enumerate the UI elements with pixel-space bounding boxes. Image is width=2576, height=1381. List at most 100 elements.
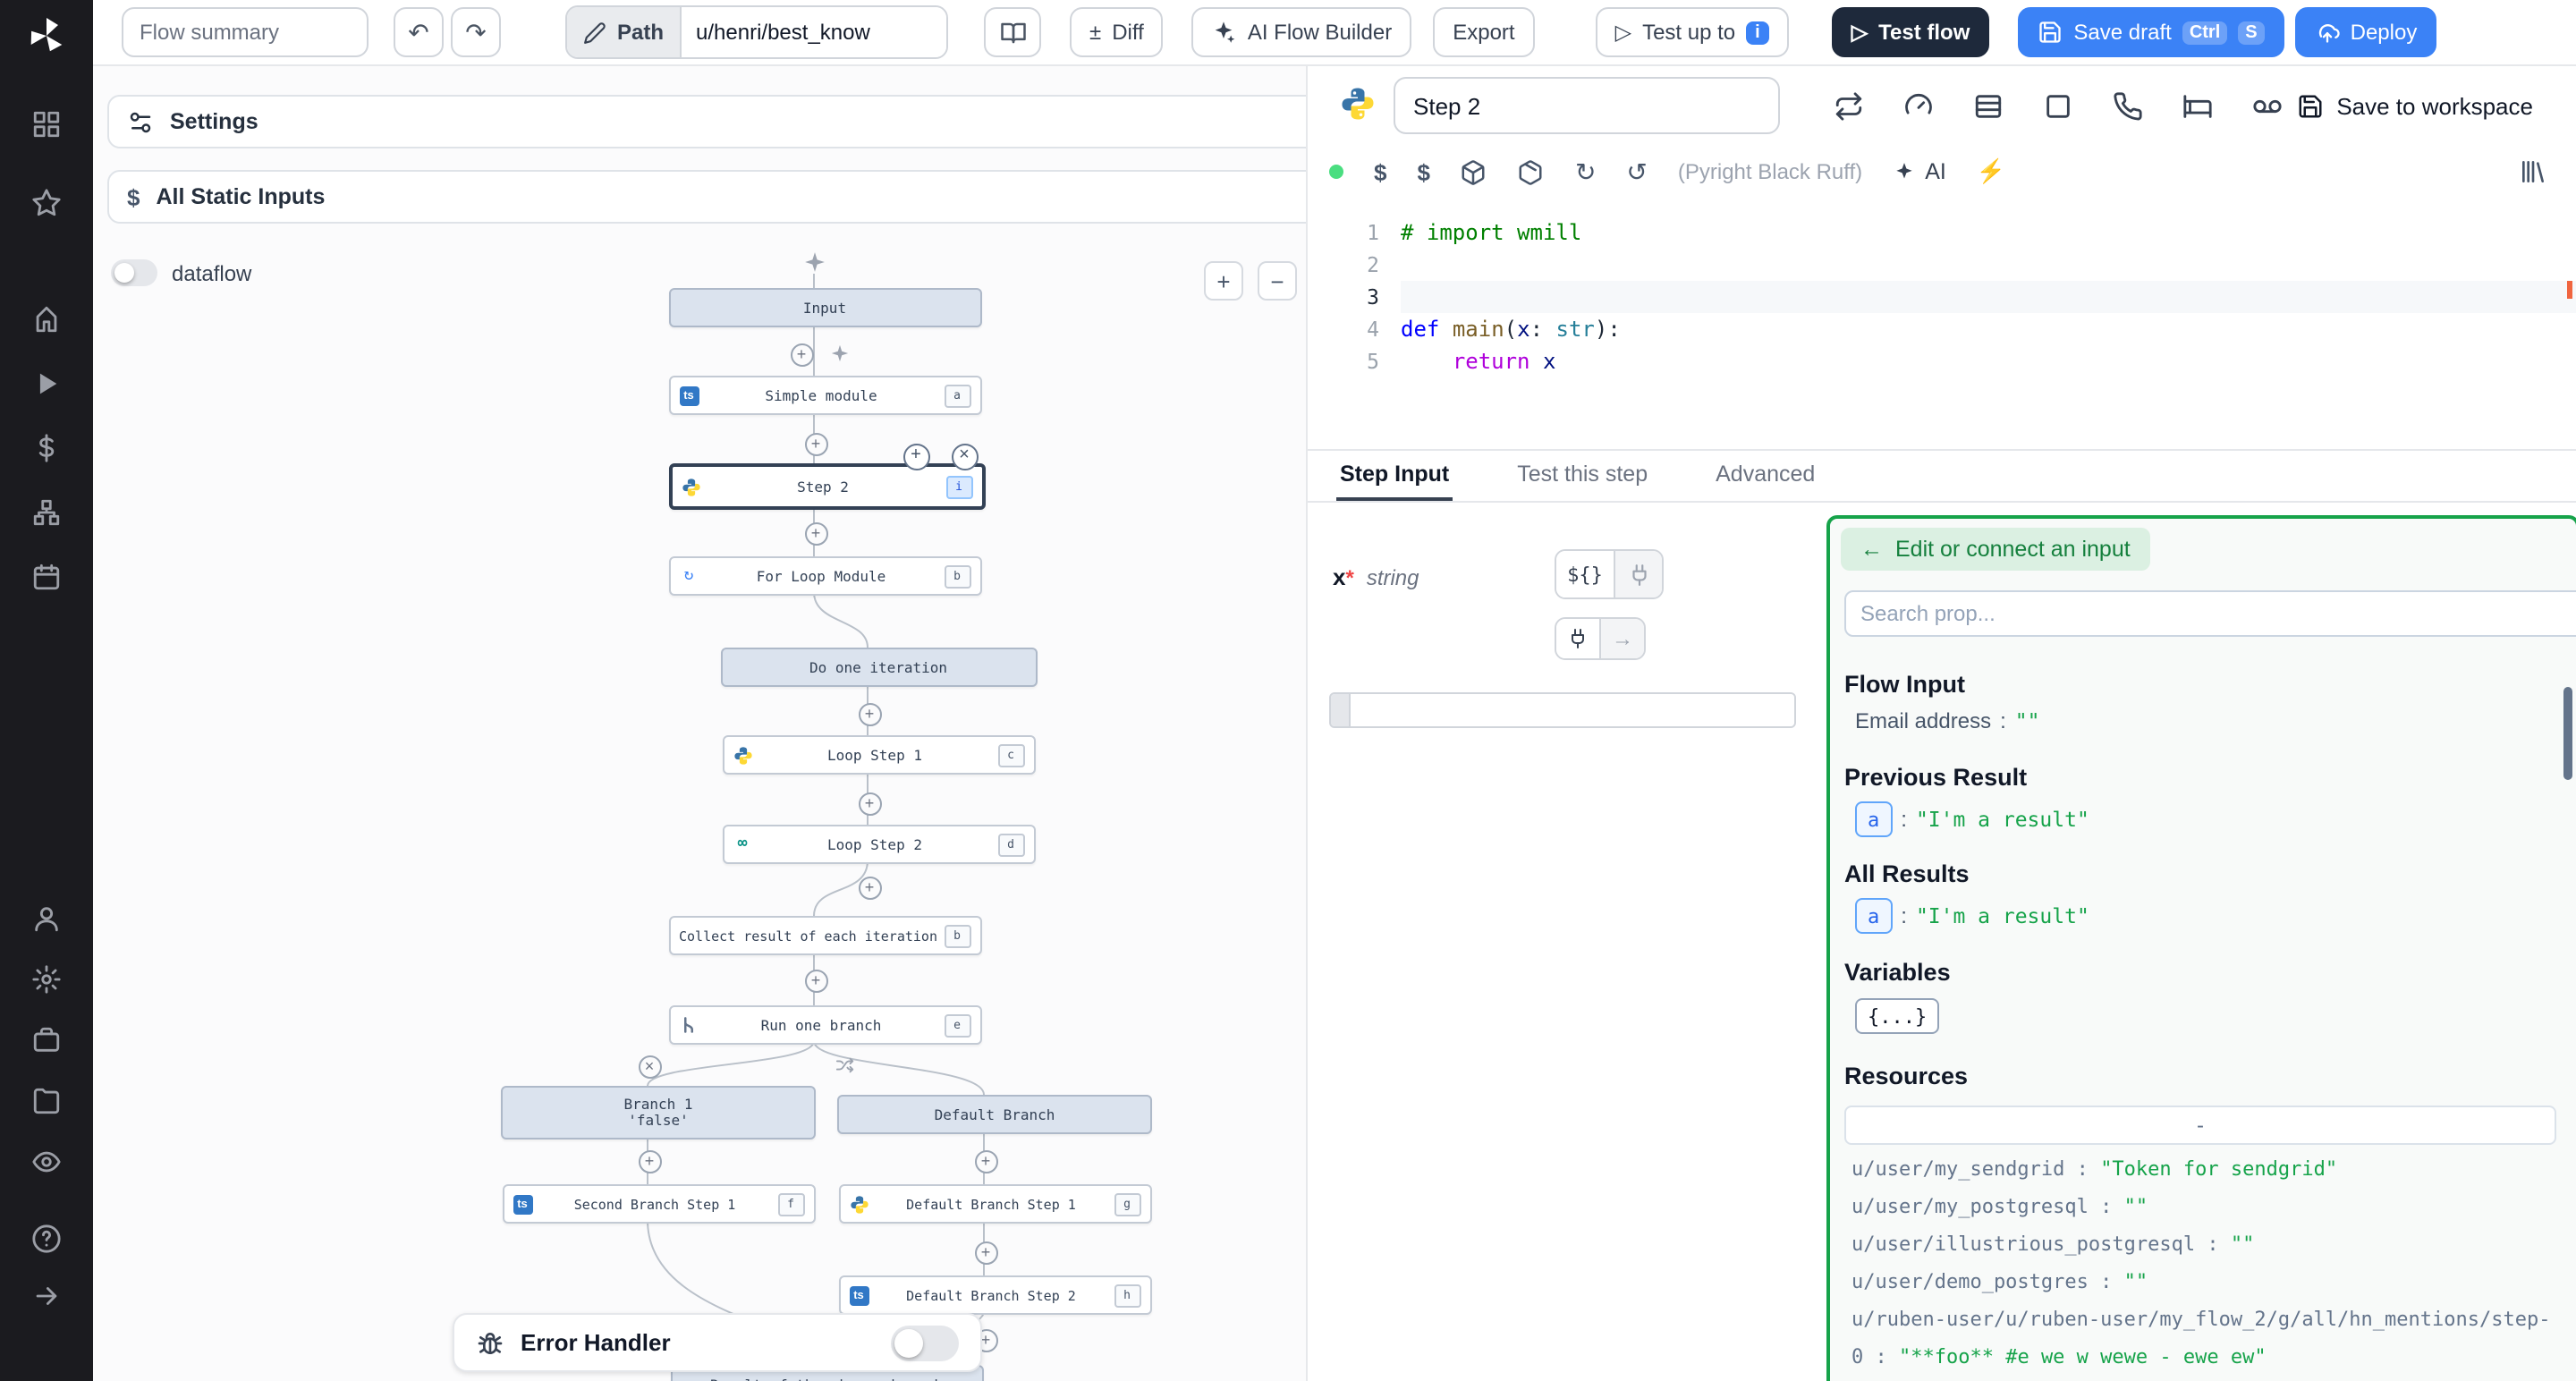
package-lock-icon[interactable]	[1518, 158, 1545, 185]
shuffle-branch-icon[interactable]	[835, 1055, 854, 1074]
flow-node-input[interactable]: Input	[668, 288, 981, 327]
plug-mode-button[interactable]	[1614, 551, 1662, 597]
bolt-icon[interactable]: ⚡	[1977, 157, 2005, 186]
search-prop-input[interactable]	[1844, 590, 2576, 637]
flow-node-default-branch-step-2[interactable]: ts Default Branch Step 2 h	[838, 1275, 1151, 1315]
variables-entry[interactable]: {...}	[1855, 998, 1939, 1034]
add-step-button[interactable]: +	[804, 521, 827, 545]
path-input[interactable]	[682, 7, 946, 57]
home-icon[interactable]	[31, 304, 62, 335]
error-handler-card[interactable]: Error Handler	[453, 1313, 982, 1372]
static-inputs-row[interactable]: $ All Static Inputs	[107, 170, 1308, 224]
flow-canvas[interactable]: Settings $ All Static Inputs dataflow + …	[93, 66, 1308, 1381]
ai-assistant-button[interactable]: AI	[1893, 159, 1946, 184]
resource-item[interactable]: u/user/illustrious_postgresql : ""	[1852, 1225, 2560, 1263]
resource-item[interactable]: u/ruben-user/u/ruben-user/my_flow_2/g/al…	[1852, 1301, 2560, 1376]
schedules-calendar-icon[interactable]	[31, 562, 62, 592]
add-step-button[interactable]: +	[790, 343, 813, 366]
flow-node-loop-step-2[interactable]: ∞ Loop Step 2 d	[722, 825, 1035, 864]
all-results-entry[interactable]: a : "I'm a result"	[1855, 898, 2089, 934]
connect-plug-button[interactable]	[1556, 619, 1599, 658]
windmill-logo-icon[interactable]	[25, 14, 68, 57]
flow-summary-input[interactable]	[122, 7, 369, 57]
suspend-phone-icon[interactable]	[2113, 90, 2143, 121]
mock-voicemail-icon[interactable]	[2252, 90, 2283, 121]
path-label-segment[interactable]: Path	[567, 7, 682, 57]
ai-sparkle-icon[interactable]	[802, 250, 826, 278]
flow-node-collect-result[interactable]: Collect result of each iteration b	[668, 916, 981, 955]
add-step-button[interactable]: +	[638, 1149, 661, 1173]
flow-node-default-branch[interactable]: Default Branch	[837, 1095, 1152, 1134]
flow-node-branch-1[interactable]: Branch 1 'false'	[501, 1086, 816, 1140]
template-expr-button[interactable]: ${}	[1556, 551, 1614, 597]
flow-node-do-one-iteration[interactable]: Do one iteration	[720, 648, 1037, 687]
variables-dollar-icon[interactable]	[31, 433, 62, 463]
workers-briefcase-icon[interactable]	[31, 1025, 62, 1055]
library-icon[interactable]	[2519, 157, 2547, 186]
add-step-button[interactable]: +	[974, 1149, 997, 1173]
save-to-workspace-button[interactable]: Save to workspace	[2297, 92, 2533, 119]
scrollbar-thumb[interactable]	[2563, 687, 2572, 780]
flow-node-second-branch-step-1[interactable]: ts Second Branch Step 1 f	[502, 1184, 815, 1224]
diff-button[interactable]: ± Diff	[1070, 7, 1164, 57]
deploy-button[interactable]: Deploy	[2295, 7, 2437, 57]
tab-test-this-step[interactable]: Test this step	[1513, 451, 1651, 501]
add-step-button[interactable]: +	[974, 1241, 997, 1264]
redo-button[interactable]: ↷	[451, 7, 501, 57]
test-flow-button[interactable]: ▷ Test flow	[1832, 7, 1990, 57]
folders-icon[interactable]	[31, 1086, 62, 1116]
favorites-star-icon[interactable]	[31, 188, 62, 218]
tab-advanced[interactable]: Advanced	[1712, 451, 1818, 501]
flow-node-step-2[interactable]: Step 2 i	[668, 463, 985, 510]
resource-item[interactable]: u/user/my_postgresql : ""	[1852, 1188, 2560, 1225]
ai-insert-sparkle-icon[interactable]	[829, 343, 849, 368]
flow-node-simple-module[interactable]: ts Simple module a	[668, 376, 981, 415]
open-docs-button[interactable]	[984, 7, 1041, 57]
help-icon[interactable]	[31, 1224, 62, 1254]
tab-step-input[interactable]: Step Input	[1336, 451, 1453, 501]
add-step-button[interactable]: +	[858, 792, 881, 815]
early-stop-square-icon[interactable]	[2043, 90, 2073, 121]
undo-button[interactable]: ↶	[394, 7, 444, 57]
variable-picker-icon[interactable]: $	[1374, 158, 1386, 185]
export-button[interactable]: Export	[1433, 7, 1534, 57]
delete-step-button[interactable]: ×	[951, 443, 978, 470]
concurrency-gauge-icon[interactable]	[1903, 90, 1934, 121]
save-draft-button[interactable]: Save draft Ctrl S	[2018, 7, 2284, 57]
error-handler-toggle[interactable]	[891, 1325, 959, 1360]
code-editor[interactable]: 12345 # import wmilldef main(x: str): re…	[1308, 199, 2576, 449]
remove-branch-button[interactable]: ×	[638, 1055, 661, 1078]
add-step-button[interactable]: +	[804, 969, 827, 992]
resource-item[interactable]: u/user/my_sendgrid : "Token for sendgrid…	[1852, 1150, 2560, 1188]
resource-item[interactable]: u/user/demo_postgres : ""	[1852, 1263, 2560, 1301]
flow-settings-row[interactable]: Settings	[107, 95, 1308, 148]
insert-after-button[interactable]: +	[902, 443, 929, 470]
settings-gear-icon[interactable]	[31, 964, 62, 995]
flow-node-loop-step-1[interactable]: Loop Step 1 c	[722, 735, 1035, 775]
flow-input-entry[interactable]: Email address : ""	[1855, 708, 2039, 733]
audit-eye-icon[interactable]	[31, 1147, 62, 1177]
dataflow-toggle[interactable]	[111, 259, 157, 286]
collapse-arrow-icon[interactable]	[31, 1281, 62, 1311]
package-icon[interactable]	[1461, 158, 1487, 185]
apps-grid-icon[interactable]	[31, 109, 62, 140]
retry-icon[interactable]	[1834, 90, 1864, 121]
previous-result-entry[interactable]: a : "I'm a result"	[1855, 801, 2089, 837]
reload-icon[interactable]: ↻	[1575, 157, 1596, 187]
test-up-to-button[interactable]: ▷ Test up to i	[1596, 7, 1789, 57]
flow-node-default-branch-step-1[interactable]: Default Branch Step 1 g	[838, 1184, 1151, 1224]
flows-hierarchy-icon[interactable]	[31, 497, 62, 528]
add-step-button[interactable]: +	[858, 702, 881, 725]
apply-arrow-button[interactable]: →	[1599, 619, 1644, 658]
history-icon[interactable]: ↺	[1626, 157, 1647, 187]
arg-value-input[interactable]	[1351, 694, 1794, 726]
user-icon[interactable]	[31, 903, 62, 934]
ai-flow-builder-button[interactable]: AI Flow Builder	[1192, 7, 1411, 57]
zoom-in-button[interactable]: +	[1204, 261, 1243, 301]
edit-or-connect-button[interactable]: ← Edit or connect an input	[1841, 528, 2150, 571]
resource-picker-icon[interactable]: $	[1417, 158, 1429, 185]
drag-handle[interactable]	[1331, 694, 1351, 726]
add-step-button[interactable]: +	[858, 876, 881, 899]
zoom-out-button[interactable]: −	[1258, 261, 1297, 301]
cache-rows-icon[interactable]	[1973, 90, 2004, 121]
